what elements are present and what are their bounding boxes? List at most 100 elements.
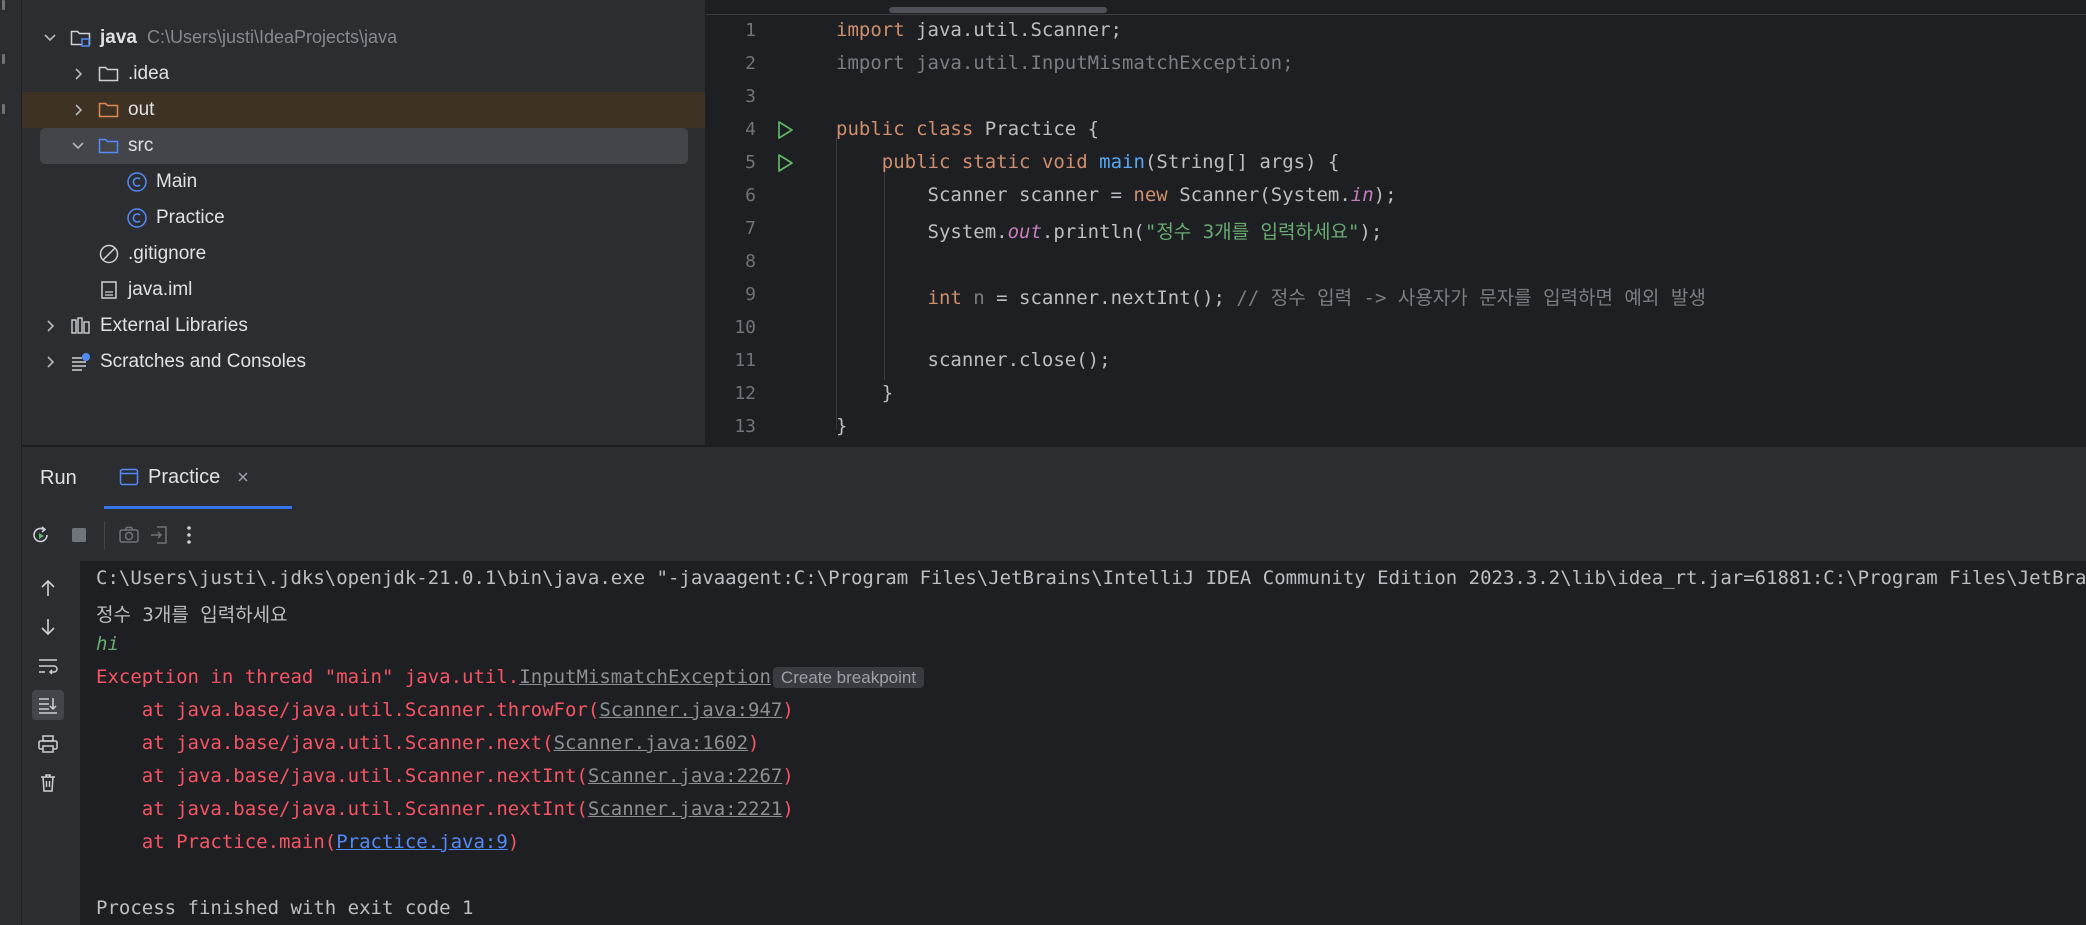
code-text: ); — [1373, 184, 1397, 206]
line-number: 11 — [734, 350, 756, 371]
stack-source-link[interactable]: Practice.java:9 — [336, 831, 508, 853]
stack-text: ) — [748, 732, 760, 754]
keyword: import — [836, 19, 905, 41]
line-number: 9 — [745, 284, 756, 305]
code-text: Scanner(System. — [1167, 184, 1351, 206]
chevron-right-icon[interactable] — [40, 316, 60, 336]
more-options-icon[interactable] — [176, 522, 202, 548]
soft-wrap-icon[interactable] — [32, 651, 64, 681]
process-exit-line: Process finished with exit code 1 — [96, 897, 474, 919]
line-number: 12 — [734, 383, 756, 404]
stack-trace-line: at java.base/java.util.Scanner.next(Scan… — [96, 732, 760, 754]
keyword: public — [881, 151, 951, 173]
tree-item-idea[interactable]: .idea — [22, 56, 705, 92]
stack-source-link[interactable]: Scanner.java:947 — [599, 699, 782, 721]
create-breakpoint-button[interactable]: Create breakpoint — [772, 667, 925, 688]
chevron-right-icon[interactable] — [40, 352, 60, 372]
tree-item-external-libraries[interactable]: External Libraries — [22, 308, 705, 344]
tree-label: Main — [156, 171, 198, 192]
tree-item-practice[interactable]: Practice — [22, 200, 705, 236]
code-line: Scanner scanner = new Scanner(System.in)… — [836, 184, 1397, 206]
project-path: C:\Users\justi\IdeaProjects\java — [146, 27, 398, 47]
keyword: static — [961, 151, 1031, 173]
line-number: 5 — [745, 152, 756, 173]
code-text: Practice { — [973, 118, 1100, 140]
code-line: } — [836, 415, 847, 437]
run-gutter-icon[interactable] — [774, 119, 796, 141]
exception-class-link[interactable]: InputMismatchException — [519, 666, 771, 688]
rerun-button[interactable] — [28, 522, 54, 548]
tree-label: External Libraries — [100, 315, 248, 336]
keyword: public — [836, 118, 905, 140]
strip-marker — [2, 104, 5, 114]
run-toolbar — [22, 509, 2086, 562]
stack-trace-line: at java.base/java.util.Scanner.nextInt(S… — [96, 798, 794, 820]
code-line: import java.util.InputMismatchException; — [836, 52, 1294, 74]
line-number: 8 — [745, 251, 756, 272]
line-number: 6 — [745, 185, 756, 206]
stack-text: at java.base/java.util.Scanner.next( — [96, 732, 554, 754]
tree-label: .idea — [128, 63, 170, 84]
chevron-right-icon[interactable] — [68, 64, 88, 84]
tree-label: .gitignore — [128, 243, 207, 264]
trash-icon[interactable] — [32, 768, 64, 798]
stack-trace-line: at java.base/java.util.Scanner.throwFor(… — [96, 699, 794, 721]
console-icon — [118, 466, 140, 488]
project-name: java — [100, 27, 137, 48]
line-number: 1 — [745, 20, 756, 41]
stack-source-link[interactable]: Scanner.java:1602 — [554, 732, 748, 754]
tab-practice[interactable]: Practice — [118, 459, 292, 495]
stack-text: ) — [782, 798, 794, 820]
console-output[interactable]: C:\Users\justi\.jdks\openjdk-21.0.1\bin\… — [80, 561, 2086, 925]
stack-source-link[interactable]: Scanner.java:2221 — [588, 798, 782, 820]
code-line: System.out.println("정수 3개를 입력하세요"); — [836, 217, 1383, 244]
horizontal-scrollbar[interactable] — [889, 7, 1107, 13]
tree-label: out — [128, 99, 155, 120]
toolbar-divider — [104, 521, 105, 549]
file-icon — [98, 279, 120, 301]
stack-text: ) — [507, 831, 520, 853]
tree-item-main[interactable]: Main — [22, 164, 705, 200]
code-editor[interactable]: 1 2 3 4 5 6 7 8 9 10 11 12 13 import jav… — [706, 0, 2086, 445]
code-text: } — [836, 415, 848, 437]
keyword: new — [1133, 184, 1168, 206]
keyword: class — [916, 118, 974, 140]
tree-item-root[interactable]: java C:\Users\justi\IdeaProjects\java — [22, 20, 705, 56]
unused-import: import java.util.InputMismatchException; — [836, 52, 1294, 74]
tree-item-src[interactable]: src — [40, 128, 688, 164]
stack-text: at java.base/java.util.Scanner.nextInt( — [96, 765, 588, 787]
class-icon — [126, 207, 148, 229]
keyword: void — [1041, 151, 1088, 173]
run-panel-title: Run — [40, 467, 77, 489]
arrow-down-icon[interactable] — [32, 612, 64, 642]
module-folder-icon — [70, 27, 92, 49]
code-text: scanner.close(); — [927, 349, 1111, 371]
run-gutter-icon[interactable] — [774, 152, 796, 174]
tree-item-java-iml[interactable]: java.iml — [22, 272, 705, 308]
tree-item-scratches[interactable]: Scratches and Consoles — [22, 344, 705, 380]
scroll-to-end-icon[interactable] — [32, 690, 64, 720]
code-line: int n = scanner.nextInt(); // 정수 입력 -> 사… — [836, 283, 1706, 310]
camera-icon[interactable] — [116, 522, 142, 548]
line-number: 7 — [745, 218, 756, 239]
exception-line: Exception in thread "main" java.util.Inp… — [96, 666, 925, 688]
line-number: 13 — [734, 416, 756, 437]
exit-icon[interactable] — [146, 522, 172, 548]
arrow-up-icon[interactable] — [32, 573, 64, 603]
stack-trace-line: at Practice.main(Practice.java:9) — [96, 831, 520, 853]
code-line: public static void main(String[] args) { — [836, 151, 1340, 173]
code-text: java.util.Scanner; — [904, 19, 1122, 41]
tree-item-gitignore[interactable]: .gitignore — [22, 236, 705, 272]
chevron-down-icon[interactable] — [68, 136, 88, 156]
console-user-input: hi — [96, 633, 119, 655]
class-icon — [126, 171, 148, 193]
stack-source-link[interactable]: Scanner.java:2267 — [588, 765, 782, 787]
chevron-down-icon[interactable] — [40, 28, 60, 48]
static-field: out — [1007, 221, 1042, 243]
print-icon[interactable] — [32, 729, 64, 759]
stack-text: at java.base/java.util.Scanner.nextInt( — [96, 798, 588, 820]
chevron-right-icon[interactable] — [68, 100, 88, 120]
stop-button[interactable] — [66, 522, 92, 548]
close-icon[interactable] — [234, 468, 252, 486]
tree-item-out[interactable]: out — [22, 92, 705, 128]
